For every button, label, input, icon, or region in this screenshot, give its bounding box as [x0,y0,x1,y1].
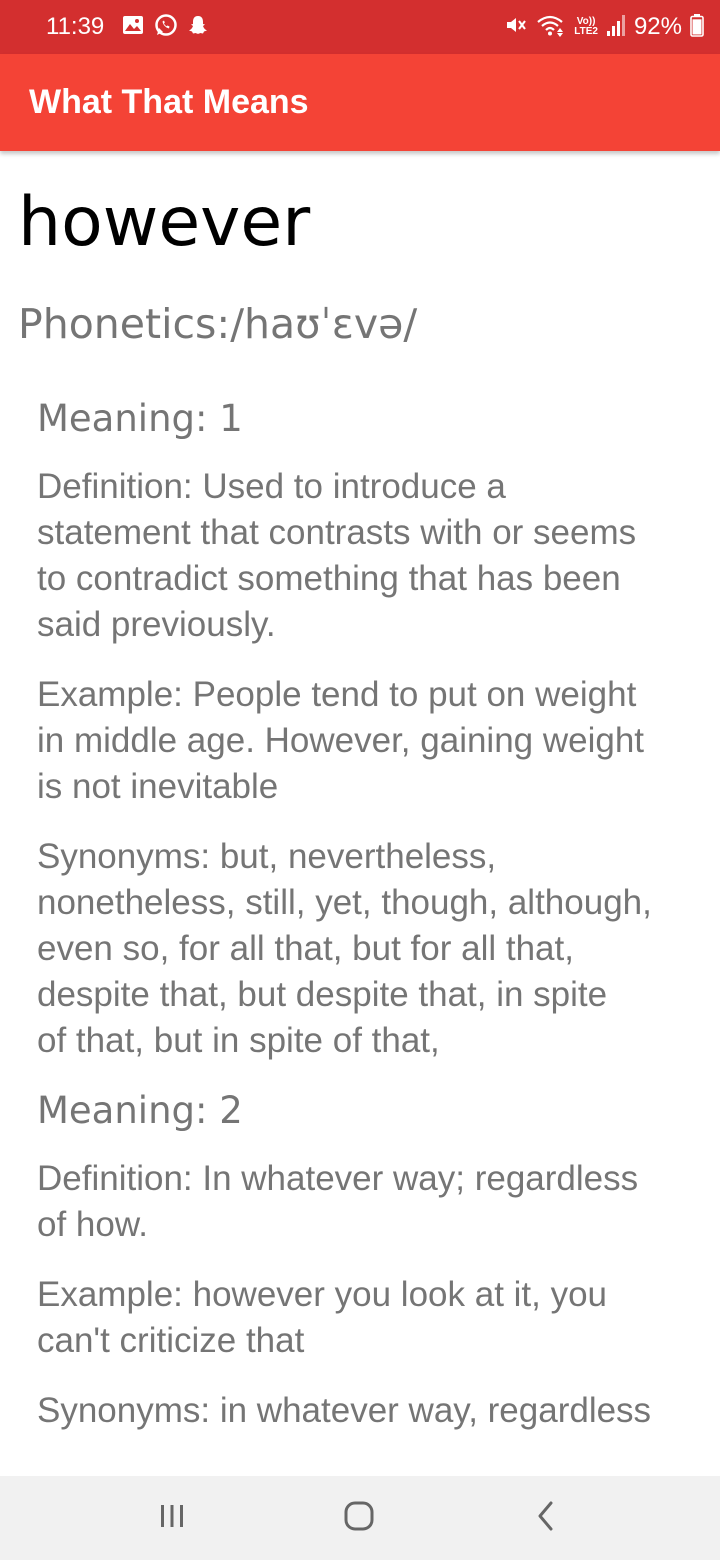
synonyms-line: nonetheless, still, yet, though, althoug… [37,883,652,922]
lte-indicator: Vo)) LTE2 [574,17,598,37]
definition-line: said previously. [37,605,276,644]
back-button[interactable] [516,1494,576,1542]
synonyms-line: Synonyms: but, nevertheless, [37,837,497,876]
back-icon [534,1500,558,1536]
word-title: however [18,183,311,262]
example-text: Example: People tend to put on weight in… [37,672,720,810]
synonyms-line: despite that, but despite that, in spite [37,975,608,1014]
definition-line: Definition: Used to introduce a [37,467,506,506]
battery-icon [690,13,704,42]
example-line: can't criticize that [37,1321,305,1360]
wifi-icon [536,13,566,42]
phonetics-label: Phonetics: [18,300,231,348]
status-time: 11:39 [46,13,105,40]
meaning-item: Meaning: 1 Definition: Used to introduce… [37,396,720,1064]
example-line: Example: however you look at it, you [37,1275,608,1314]
app-bar: What That Means [0,54,720,151]
synonyms-line: of that, but in spite of that, [37,1021,440,1060]
gallery-icon [122,15,144,40]
definition-line: Definition: In whatever way; regardless [37,1159,639,1198]
signal-icon [606,13,626,42]
example-line: in middle age. However, gaining weight [37,721,645,760]
meaning-heading: Meaning: 1 [37,397,243,440]
definition-text: Definition: Used to introduce a statemen… [37,464,720,648]
status-notification-icons [122,13,208,42]
example-text: Example: however you look at it, you can… [37,1272,720,1364]
example-line: Example: People tend to put on weight [37,675,637,714]
meanings-list: Meaning: 1 Definition: Used to introduce… [37,396,720,1458]
definition-text: Definition: In whatever way; regardless … [37,1156,720,1248]
meaning-heading: Meaning: 2 [37,1089,243,1132]
phonetics-text: Phonetics:/haʊˈɛvə/ [18,299,417,349]
whatsapp-icon [154,13,178,42]
synonyms-line: Synonyms: in whatever way, regardless [37,1391,652,1430]
navigation-bar [0,1476,720,1560]
home-icon [343,1500,375,1536]
status-system-icons: Vo)) LTE2 92% [504,12,704,42]
synonyms-line: even so, for all that, but for all that, [37,929,574,968]
phonetics-value: /haʊˈɛvə/ [230,300,418,348]
home-button[interactable] [329,1494,389,1542]
snapchat-icon [188,14,208,41]
definition-line: of how. [37,1205,148,1244]
recents-icon [157,1502,187,1534]
app-title: What That Means [29,83,309,121]
mute-icon [504,13,528,42]
lte-label: LTE2 [574,26,598,37]
battery-percent: 92% [633,13,682,40]
definition-line: to contradict something that has been [37,559,621,598]
meaning-item: Meaning: 2 Definition: In whatever way; … [37,1088,720,1434]
synonyms-text: Synonyms: but, nevertheless, nonetheless… [37,834,720,1064]
synonyms-text: Synonyms: in whatever way, regardless [37,1388,720,1434]
definition-line: statement that contrasts with or seems [37,513,637,552]
example-line: is not inevitable [37,767,279,806]
recents-button[interactable] [142,1494,202,1542]
definition-content[interactable]: however Phonetics:/haʊˈɛvə/ Meaning: 1 D… [0,151,720,1476]
status-bar: 11:39 Vo)) LTE2 92% [0,0,720,54]
